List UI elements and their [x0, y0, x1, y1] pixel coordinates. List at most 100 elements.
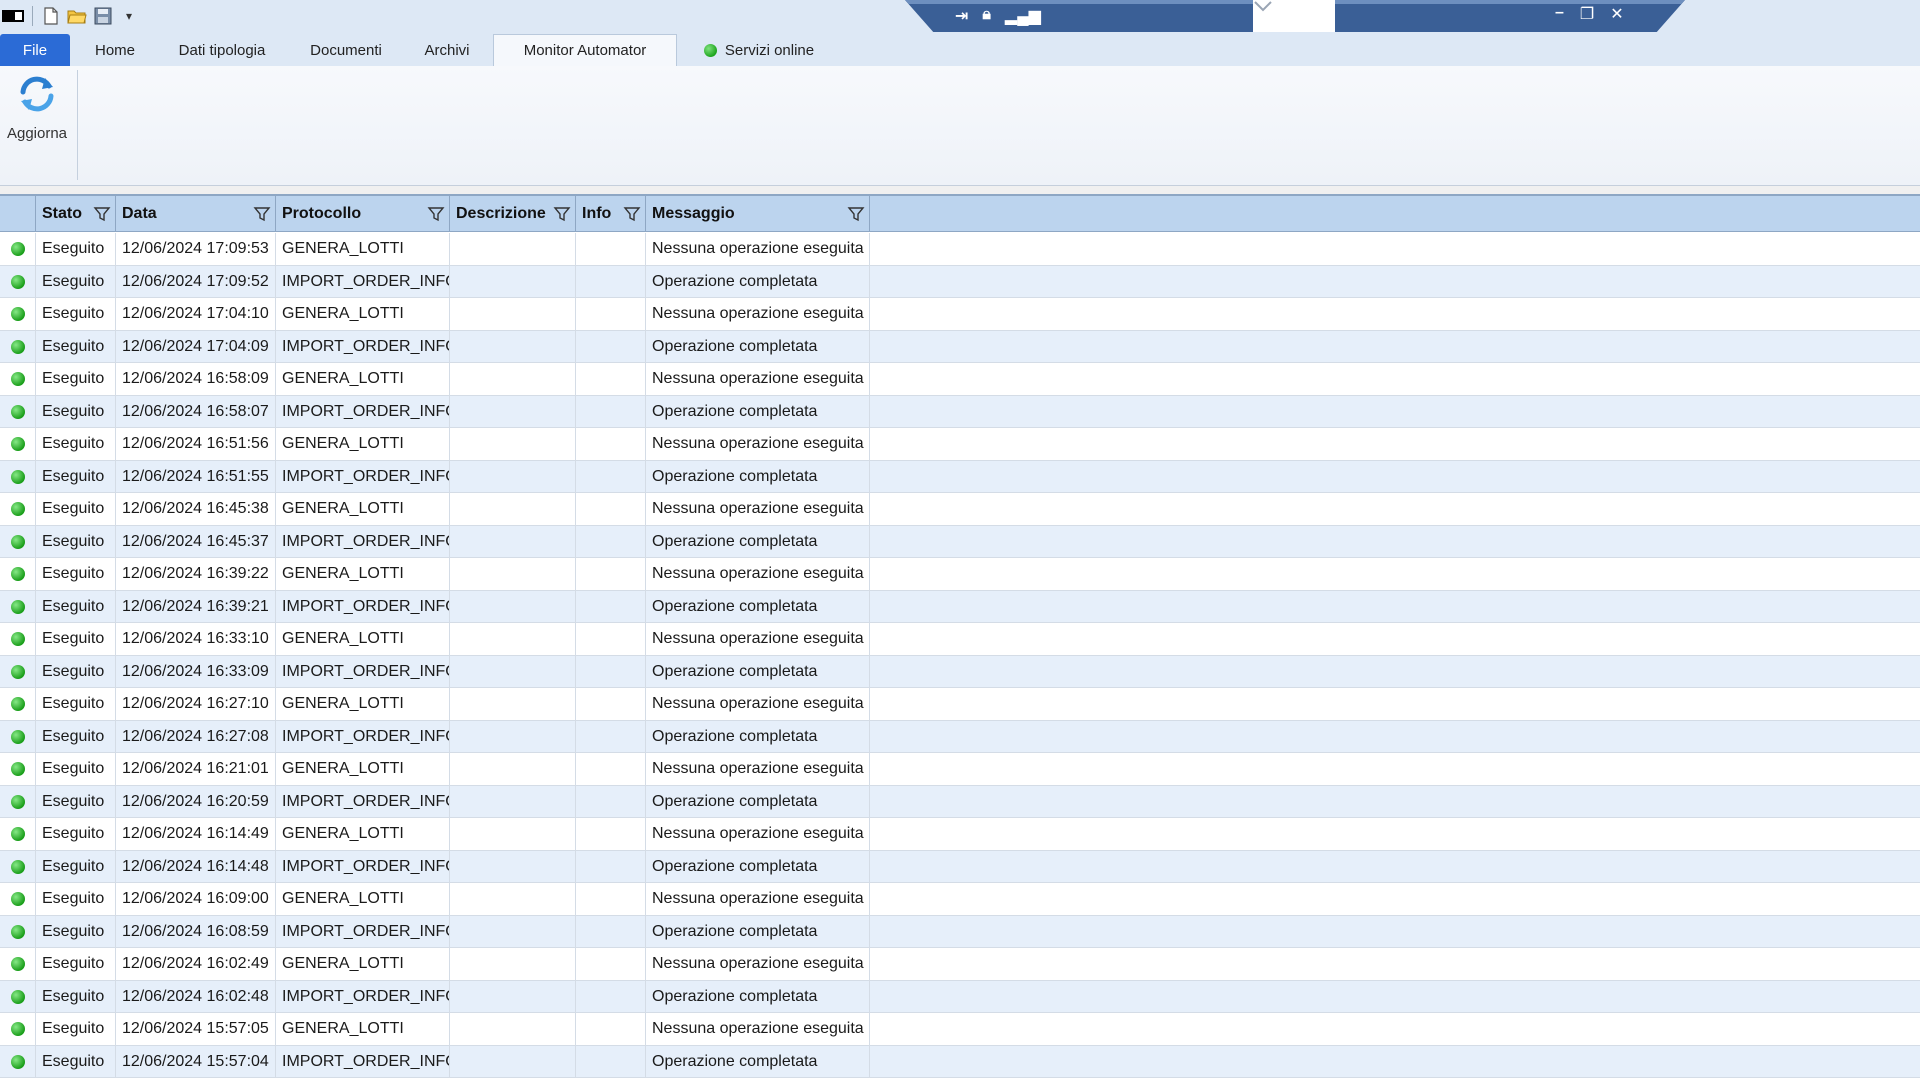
cell-protocollo[interactable]: IMPORT_ORDER_INFO	[276, 460, 450, 493]
cell-descrizione[interactable]	[450, 330, 576, 363]
cell-info[interactable]	[576, 363, 646, 395]
column-header-messaggio[interactable]: Messaggio	[646, 196, 870, 232]
cell-stato[interactable]: Eseguito	[36, 330, 116, 363]
cell-protocollo[interactable]: IMPORT_ORDER_INFO	[276, 720, 450, 753]
cell-descrizione[interactable]	[450, 915, 576, 948]
filter-icon[interactable]	[553, 205, 571, 223]
table-row[interactable]: Eseguito 12/06/2024 17:09:52 IMPORT_ORDER_…	[0, 265, 1920, 298]
cell-stato[interactable]: Eseguito	[36, 525, 116, 558]
cell-info[interactable]	[576, 558, 646, 590]
refresh-button[interactable]: Aggiorna	[2, 72, 72, 152]
cell-stato[interactable]: Eseguito	[36, 1013, 116, 1045]
cell-stato[interactable]: Eseguito	[36, 785, 116, 818]
cell-info[interactable]	[576, 1045, 646, 1078]
cell-info[interactable]	[576, 330, 646, 363]
filter-icon[interactable]	[93, 205, 111, 223]
cell-protocollo[interactable]: GENERA_LOTTI	[276, 298, 450, 330]
cell-info[interactable]	[576, 298, 646, 330]
cell-data[interactable]: 12/06/2024 16:27:10	[116, 688, 276, 720]
cell-stato[interactable]: Eseguito	[36, 850, 116, 883]
cell-messaggio[interactable]: Nessuna operazione eseguita	[646, 1013, 870, 1045]
filter-icon[interactable]	[253, 205, 271, 223]
cell-data[interactable]: 12/06/2024 16:39:21	[116, 590, 276, 623]
cell-protocollo[interactable]: IMPORT_ORDER_INFO	[276, 265, 450, 298]
cell-descrizione[interactable]	[450, 623, 576, 655]
cell-stato[interactable]: Eseguito	[36, 655, 116, 688]
cell-messaggio[interactable]: Nessuna operazione eseguita	[646, 233, 870, 265]
cell-info[interactable]	[576, 525, 646, 558]
cell-descrizione[interactable]	[450, 428, 576, 460]
cell-messaggio[interactable]: Operazione completata	[646, 1045, 870, 1078]
cell-descrizione[interactable]	[450, 1013, 576, 1045]
cell-data[interactable]: 12/06/2024 17:04:09	[116, 330, 276, 363]
cell-data[interactable]: 12/06/2024 16:09:00	[116, 883, 276, 915]
cell-messaggio[interactable]: Nessuna operazione eseguita	[646, 558, 870, 590]
cell-protocollo[interactable]: IMPORT_ORDER_INFO	[276, 850, 450, 883]
cell-descrizione[interactable]	[450, 818, 576, 850]
cell-messaggio[interactable]: Nessuna operazione eseguita	[646, 753, 870, 785]
cell-messaggio[interactable]: Operazione completata	[646, 265, 870, 298]
cell-info[interactable]	[576, 688, 646, 720]
column-header-protocollo[interactable]: Protocollo	[276, 196, 450, 232]
cell-data[interactable]: 12/06/2024 16:02:48	[116, 980, 276, 1013]
cell-stato[interactable]: Eseguito	[36, 395, 116, 428]
cell-descrizione[interactable]	[450, 850, 576, 883]
cell-info[interactable]	[576, 460, 646, 493]
cell-descrizione[interactable]	[450, 265, 576, 298]
filter-icon[interactable]	[623, 205, 641, 223]
lock-icon[interactable]: 🔒︎	[982, 6, 991, 26]
cell-data[interactable]: 12/06/2024 16:27:08	[116, 720, 276, 753]
cell-protocollo[interactable]: GENERA_LOTTI	[276, 558, 450, 590]
cell-info[interactable]	[576, 395, 646, 428]
app-icon[interactable]	[2, 10, 24, 22]
cell-messaggio[interactable]: Operazione completata	[646, 330, 870, 363]
cell-messaggio[interactable]: Operazione completata	[646, 785, 870, 818]
cell-protocollo[interactable]: IMPORT_ORDER_INFO	[276, 980, 450, 1013]
cell-messaggio[interactable]: Operazione completata	[646, 720, 870, 753]
cell-protocollo[interactable]: GENERA_LOTTI	[276, 428, 450, 460]
table-row[interactable]: Eseguito 12/06/2024 16:21:01 GENERA_LOTTI N…	[0, 753, 1920, 786]
cell-messaggio[interactable]: Nessuna operazione eseguita	[646, 623, 870, 655]
cell-stato[interactable]: Eseguito	[36, 818, 116, 850]
cell-descrizione[interactable]	[450, 395, 576, 428]
cell-data[interactable]: 12/06/2024 16:45:38	[116, 493, 276, 525]
cell-messaggio[interactable]: Operazione completata	[646, 850, 870, 883]
table-row[interactable]: Eseguito 12/06/2024 16:14:48 IMPORT_ORDER_…	[0, 850, 1920, 883]
cell-info[interactable]	[576, 720, 646, 753]
cell-info[interactable]	[576, 785, 646, 818]
table-row[interactable]: Eseguito 12/06/2024 16:51:56 GENERA_LOTTI N…	[0, 428, 1920, 461]
new-document-icon[interactable]	[41, 6, 61, 26]
restore-icon[interactable]: ❐	[1580, 4, 1594, 24]
cell-protocollo[interactable]: IMPORT_ORDER_INFO	[276, 395, 450, 428]
tab-monitor-automator[interactable]: Monitor Automator	[493, 34, 677, 66]
table-row[interactable]: Eseguito 12/06/2024 16:27:10 GENERA_LOTTI N…	[0, 688, 1920, 721]
table-row[interactable]: Eseguito 12/06/2024 16:39:22 GENERA_LOTTI N…	[0, 558, 1920, 591]
close-icon[interactable]: ✕	[1610, 4, 1623, 24]
cell-stato[interactable]: Eseguito	[36, 460, 116, 493]
cell-stato[interactable]: Eseguito	[36, 948, 116, 980]
cell-descrizione[interactable]	[450, 883, 576, 915]
cell-protocollo[interactable]: GENERA_LOTTI	[276, 493, 450, 525]
cell-stato[interactable]: Eseguito	[36, 558, 116, 590]
table-row[interactable]: Eseguito 12/06/2024 16:14:49 GENERA_LOTTI N…	[0, 818, 1920, 851]
customize-toolbar-icon[interactable]: ▾	[119, 6, 139, 26]
table-row[interactable]: Eseguito 12/06/2024 15:57:05 GENERA_LOTTI N…	[0, 1013, 1920, 1046]
table-row[interactable]: Eseguito 12/06/2024 16:45:37 IMPORT_ORDER_…	[0, 525, 1920, 558]
cell-info[interactable]	[576, 623, 646, 655]
table-row[interactable]: Eseguito 12/06/2024 16:02:48 IMPORT_ORDER_…	[0, 980, 1920, 1013]
table-row[interactable]: Eseguito 12/06/2024 16:58:07 IMPORT_ORDER_…	[0, 395, 1920, 428]
open-folder-icon[interactable]	[67, 6, 87, 26]
cell-descrizione[interactable]	[450, 980, 576, 1013]
cell-protocollo[interactable]: GENERA_LOTTI	[276, 688, 450, 720]
cell-descrizione[interactable]	[450, 525, 576, 558]
cell-info[interactable]	[576, 590, 646, 623]
column-header-data[interactable]: Data	[116, 196, 276, 232]
cell-info[interactable]	[576, 915, 646, 948]
cell-stato[interactable]: Eseguito	[36, 265, 116, 298]
cell-descrizione[interactable]	[450, 655, 576, 688]
cell-info[interactable]	[576, 655, 646, 688]
cell-stato[interactable]: Eseguito	[36, 883, 116, 915]
cell-descrizione[interactable]	[450, 558, 576, 590]
cell-protocollo[interactable]: GENERA_LOTTI	[276, 1013, 450, 1045]
table-row[interactable]: Eseguito 12/06/2024 16:08:59 IMPORT_ORDER_…	[0, 915, 1920, 948]
